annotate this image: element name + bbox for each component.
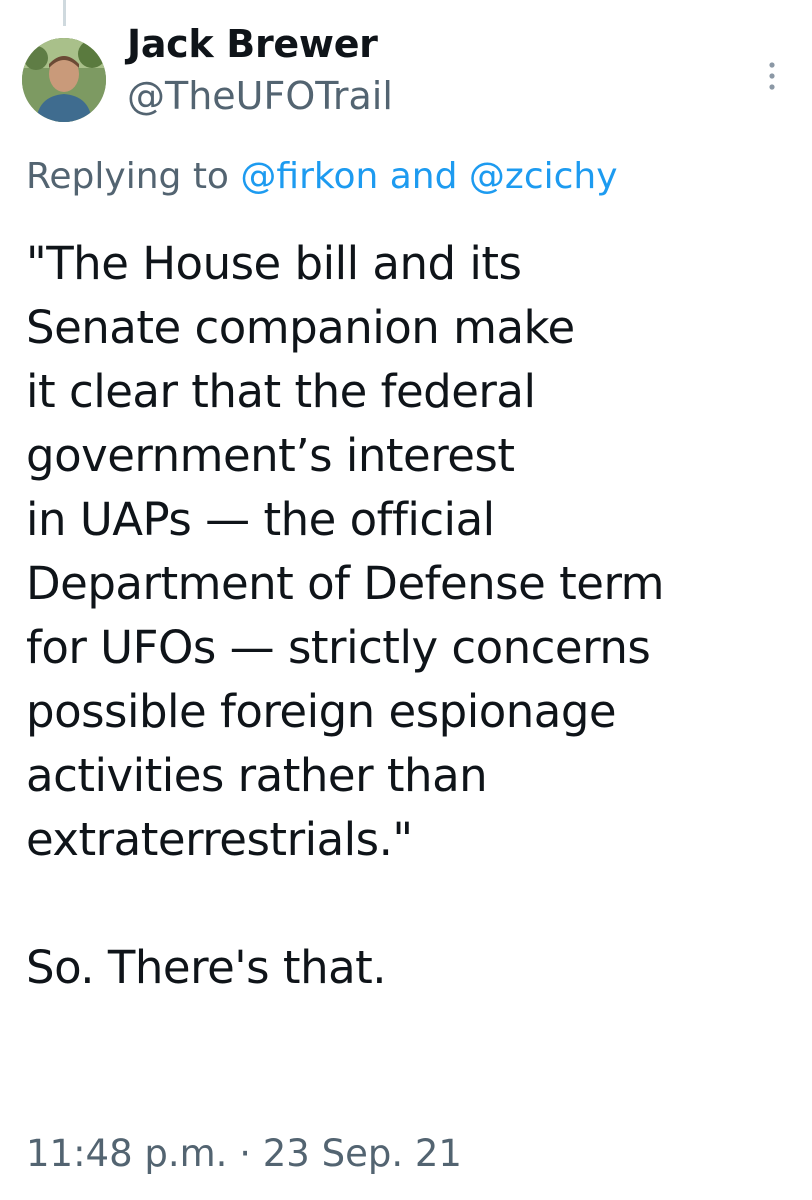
timestamp-separator: · bbox=[227, 1132, 263, 1175]
tweet-text-line: extraterrestrials." bbox=[26, 813, 413, 866]
tweet-time[interactable]: 11:48 p.m. bbox=[26, 1132, 227, 1175]
tweet-timestamp[interactable]: 11:48 p.m. · 23 Sep. 21 bbox=[26, 1132, 462, 1175]
display-name[interactable]: Jack Brewer bbox=[127, 22, 378, 66]
more-options-button[interactable] bbox=[752, 52, 792, 100]
tweet-text-line: it clear that the federal bbox=[26, 365, 536, 418]
tweet-text-line: government’s interest bbox=[26, 429, 515, 482]
profile-photo-icon bbox=[22, 38, 106, 122]
user-handle[interactable]: @TheUFOTrail bbox=[127, 74, 393, 118]
more-vertical-icon bbox=[769, 62, 775, 90]
tweet-text-line: for UFOs — strictly concerns bbox=[26, 621, 651, 674]
tweet-text-line: activities rather than bbox=[26, 749, 488, 802]
replying-to: Replying to @firkon and @zcichy bbox=[26, 156, 618, 197]
tweet-text-line: "The House bill and its bbox=[26, 237, 522, 290]
mention-joiner[interactable]: and bbox=[378, 156, 469, 197]
replying-to-label: Replying to bbox=[26, 156, 241, 197]
tweet-text: "The House bill and its Senate companion… bbox=[26, 232, 796, 1000]
mention-link[interactable]: @firkon bbox=[240, 156, 378, 197]
tweet-text-line: Senate companion make bbox=[26, 301, 575, 354]
tweet-text-line: possible foreign espionage bbox=[26, 685, 617, 738]
thread-connector-line bbox=[63, 0, 66, 26]
tweet-date[interactable]: 23 Sep. 21 bbox=[263, 1132, 462, 1175]
tweet-text-line: in UAPs — the official bbox=[26, 493, 495, 546]
tweet-text-line: Department of Defense term bbox=[26, 557, 664, 610]
avatar[interactable] bbox=[22, 38, 106, 122]
tweet-text-closing: So. There's that. bbox=[26, 941, 387, 994]
mention-link[interactable]: @zcichy bbox=[469, 156, 618, 197]
